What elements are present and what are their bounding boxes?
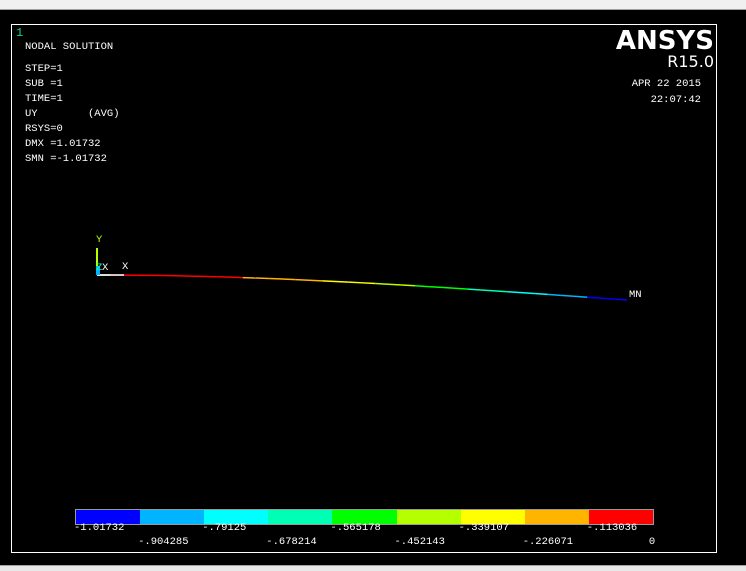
- legend-label: -.226071: [523, 536, 573, 548]
- beam-segment: [402, 285, 415, 286]
- beam-segment: [309, 280, 322, 281]
- legend-label: 0: [649, 536, 655, 548]
- legend-label: -.339107: [459, 522, 509, 534]
- legend-label: -.113036: [587, 522, 637, 534]
- triad-y-label: Y: [96, 234, 102, 246]
- legend-band: [268, 510, 332, 524]
- beam-segment: [428, 287, 441, 288]
- beam-segment: [455, 288, 468, 289]
- status-strip: [0, 565, 746, 571]
- beam-segment: [362, 283, 375, 284]
- legend-band: [397, 510, 461, 524]
- legend-label: -.678214: [266, 536, 316, 548]
- beam-segment: [442, 287, 455, 288]
- beam-segment: [336, 281, 349, 282]
- beam-segment: [375, 284, 388, 285]
- legend-band: [140, 510, 204, 524]
- beam-segment: [561, 295, 574, 296]
- model-view: [0, 0, 746, 570]
- beam-segment: [296, 280, 309, 281]
- legend-label: -.79125: [202, 522, 246, 534]
- beam-segment: [389, 284, 402, 285]
- legend-label: -.904285: [138, 536, 188, 548]
- triad-x-label: X: [102, 262, 108, 274]
- beam-segment: [574, 296, 587, 297]
- beam-segment: [601, 298, 614, 299]
- deformed-beam: [97, 275, 627, 300]
- beam-segment: [614, 299, 627, 300]
- beam-segment: [587, 297, 600, 298]
- beam-segment: [508, 292, 521, 293]
- beam-segment: [534, 294, 547, 295]
- beam-segment: [349, 282, 362, 283]
- beam-segment: [521, 293, 534, 294]
- beam-segment: [269, 279, 282, 280]
- beam-segment: [468, 289, 481, 290]
- beam-segment: [495, 291, 508, 292]
- beam-segment: [322, 281, 335, 282]
- beam-segment: [548, 294, 561, 295]
- beam-segment: [415, 286, 428, 287]
- legend-label: -.565178: [330, 522, 380, 534]
- beam-segment: [283, 279, 296, 280]
- legend-label: -1.01732: [74, 522, 124, 534]
- beam-segment: [481, 290, 494, 291]
- legend-band: [525, 510, 589, 524]
- legend-label: -.452143: [395, 536, 445, 548]
- min-marker: MN: [629, 289, 642, 301]
- global-x-label: X: [122, 261, 128, 273]
